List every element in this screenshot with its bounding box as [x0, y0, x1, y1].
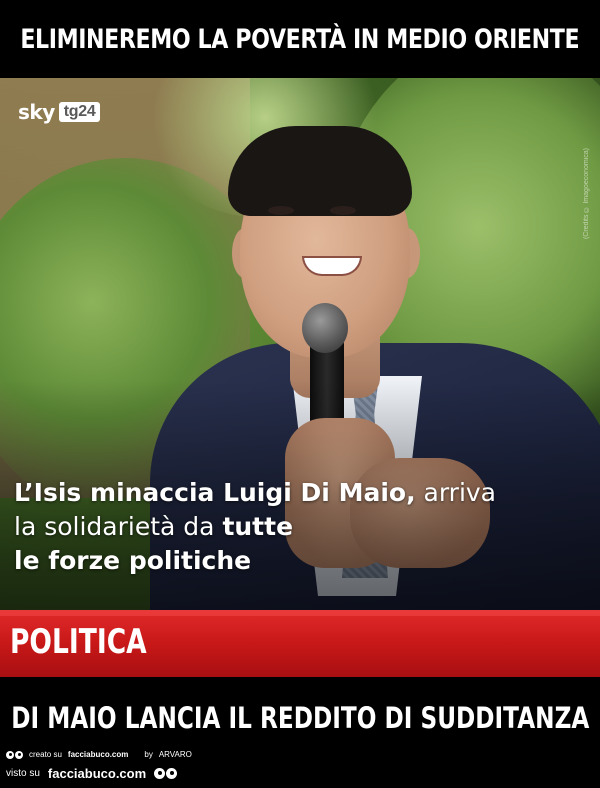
section-bar-highlight [0, 610, 600, 616]
footer-created-site[interactable]: facciabuco.com [68, 750, 128, 759]
facciabuco-eyes-icon-large [154, 768, 178, 779]
top-caption: ELIMINEREMO LA POVERTÀ IN MEDIO ORIENTE [0, 0, 600, 78]
top-caption-text: ELIMINEREMO LA POVERTÀ IN MEDIO ORIENTE [20, 23, 580, 55]
section-label: POLITICA [10, 622, 147, 662]
footer-author[interactable]: ARVARO [159, 750, 192, 759]
footer-created-text: creato su [29, 750, 62, 759]
right-eye [330, 206, 356, 215]
footer-created-row: creato su facciabuco.com by ARVARO [6, 750, 192, 759]
news-photo: sky tg24 (Credits © Imagoeconomica) L’Is… [0, 78, 600, 610]
bottom-caption-text: DI MAIO LANCIA IL REDDITO DI SUDDITANZA [10, 701, 590, 735]
left-eye [268, 206, 294, 215]
headline: L’Isis minaccia Luigi Di Maio, arriva la… [14, 476, 574, 578]
section-bar: POLITICA [0, 610, 600, 677]
footer: creato su facciabuco.com by ARVARO visto… [0, 746, 600, 788]
headline-part-4: tutte [222, 512, 294, 541]
logo-tg24-text: tg24 [58, 102, 101, 122]
microphone-head [302, 303, 348, 353]
headline-part-3: la solidarietà da [14, 512, 223, 541]
headline-part-2: arriva [415, 478, 497, 507]
bottom-caption: DI MAIO LANCIA IL REDDITO DI SUDDITANZA [0, 690, 600, 746]
sky-tg24-logo: sky tg24 [18, 100, 101, 124]
headline-part-5: le forze politiche [14, 546, 252, 575]
photo-credit: (Credits © Imagoeconomica) [583, 148, 590, 240]
footer-seen-site[interactable]: facciabuco.com [48, 766, 146, 781]
facciabuco-eyes-icon [6, 750, 23, 759]
headline-part-1: L’Isis minaccia Luigi Di Maio, [14, 478, 416, 507]
footer-seen-row: visto su facciabuco.com [6, 766, 178, 781]
logo-sky-text: sky [18, 100, 55, 124]
hair [228, 126, 412, 216]
footer-seen-text: visto su [6, 768, 40, 779]
footer-by-text: by [144, 750, 153, 759]
